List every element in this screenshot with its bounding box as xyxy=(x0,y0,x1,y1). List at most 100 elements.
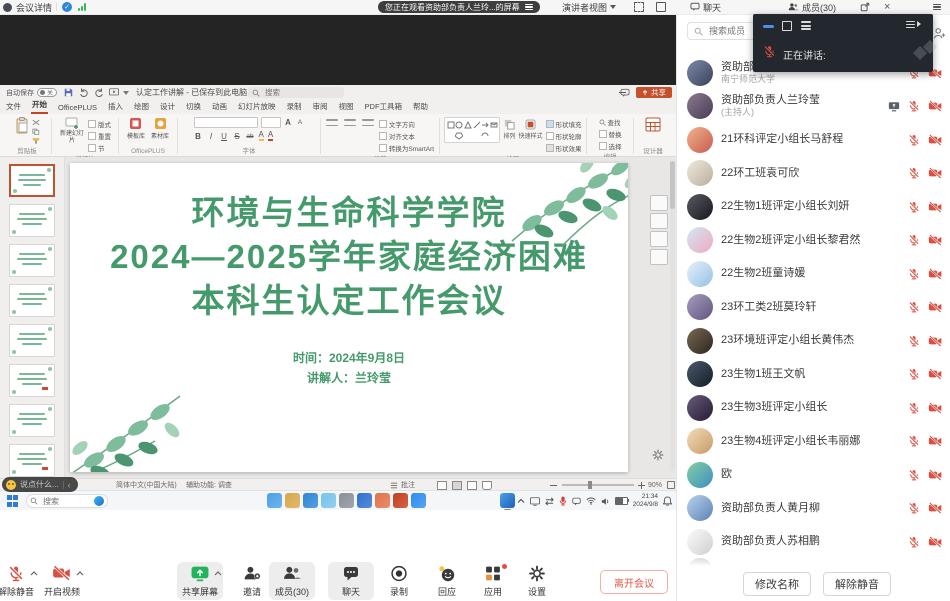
toolbar-chat[interactable]: 聊天 xyxy=(328,562,374,600)
cast-icon[interactable] xyxy=(530,497,540,506)
font-color-button[interactable]: A xyxy=(268,131,273,141)
add-member-icon[interactable] xyxy=(933,27,946,39)
battery-icon[interactable] xyxy=(615,497,628,505)
slide-thumbnail-2[interactable] xyxy=(9,204,55,237)
security-shield-icon[interactable]: ✓ xyxy=(62,0,72,14)
start-button[interactable] xyxy=(7,495,19,507)
text-direction-button[interactable]: 文字方向 xyxy=(379,119,434,129)
ribbon-tab-3[interactable]: OfficePLUS xyxy=(57,103,98,114)
camera-muted-icon[interactable] xyxy=(928,301,943,313)
mic-muted-icon[interactable] xyxy=(908,167,920,179)
font-size-select[interactable] xyxy=(261,117,281,128)
member-row[interactable]: 22环工班袁可欣 xyxy=(677,157,950,191)
camera-muted-icon[interactable] xyxy=(928,536,943,548)
ribbon-tab-13[interactable]: PDF工具箱 xyxy=(364,101,404,114)
rename-button[interactable]: 修改名称 xyxy=(743,572,811,596)
member-row[interactable]: 欧 xyxy=(677,458,950,492)
current-slide[interactable]: 环境与生命科学学院 2024—2025学年家庭经济困难 本科生认定工作会议 时间… xyxy=(70,163,628,472)
camera-muted-icon[interactable] xyxy=(928,268,943,280)
mic-muted-icon[interactable] xyxy=(908,268,920,280)
redo-icon[interactable] xyxy=(94,85,104,100)
meeting-app-icon[interactable] xyxy=(411,493,426,508)
toolbar-share-screen[interactable]: 共享屏幕 xyxy=(177,562,223,600)
grow-font-button[interactable]: A xyxy=(284,118,293,127)
weather-app-icon[interactable] xyxy=(267,493,282,508)
sidebar-tool-icon[interactable] xyxy=(650,213,668,229)
smartart-button[interactable]: 转换为SmartArt xyxy=(379,143,434,153)
list-view-icon[interactable] xyxy=(801,21,811,32)
mic-muted-icon[interactable] xyxy=(908,100,920,112)
member-row[interactable]: 23环境班评定小组长黄伟杰 xyxy=(677,324,950,358)
member-row[interactable]: 21环科评定小组长马舒程 xyxy=(677,123,950,157)
popout-panel-icon[interactable] xyxy=(860,0,870,14)
ribbon-tab-1[interactable]: 文件 xyxy=(5,101,22,114)
reset-button[interactable]: 重置 xyxy=(88,131,111,141)
mic-muted-icon[interactable] xyxy=(908,335,920,347)
mic-muted-icon[interactable] xyxy=(908,469,920,481)
toolbar-reaction[interactable]: 回应 xyxy=(424,562,470,600)
tab-chat[interactable]: 聊天 xyxy=(690,0,721,14)
maximize-icon[interactable] xyxy=(782,21,792,31)
member-row[interactable]: 23生物3班评定小组长 xyxy=(677,391,950,425)
arrange-button[interactable]: 排列 xyxy=(503,117,515,140)
slide-thumbnail-4[interactable] xyxy=(9,284,55,317)
ribbon-tab-12[interactable]: 视图 xyxy=(338,101,355,114)
replace-button[interactable]: 替换 xyxy=(599,129,622,139)
speaker-indicator-window[interactable]: 正在讲话: xyxy=(753,14,933,72)
powerpoint-icon[interactable] xyxy=(393,493,408,508)
camera-muted-icon[interactable] xyxy=(928,502,943,514)
section-button[interactable]: 节 xyxy=(88,143,111,153)
mic-muted-icon[interactable] xyxy=(908,201,920,213)
camera-muted-icon[interactable] xyxy=(928,368,943,380)
ppt-search-input[interactable] xyxy=(263,87,337,98)
slide-thumbnail-1[interactable] xyxy=(9,164,55,197)
bold-button[interactable]: B xyxy=(194,132,203,141)
toolbar-members[interactable]: 成员(30) xyxy=(269,562,315,600)
onedrive-icon[interactable] xyxy=(357,493,372,508)
member-row[interactable]: 资助部负责人兰玲莹 (主持人) xyxy=(677,90,950,124)
autosave-toggle[interactable]: 自动保存 关 xyxy=(6,85,57,100)
mic-muted-icon[interactable] xyxy=(908,536,920,548)
taskbar-search-input[interactable] xyxy=(41,496,91,507)
slide-thumbnail-7[interactable] xyxy=(9,404,55,437)
sidebar-tool-icon[interactable] xyxy=(650,231,668,247)
new-slide-button[interactable]: 新建幻灯片 xyxy=(59,117,85,144)
quick-chat-bar[interactable]: 说点什么... ‹ xyxy=(2,477,78,492)
italic-button[interactable]: I xyxy=(207,132,216,141)
camera-muted-icon[interactable] xyxy=(928,402,943,414)
collapse-panel-icon[interactable] xyxy=(906,21,921,28)
ribbon-tab-9[interactable]: 幻灯片放映 xyxy=(237,101,277,114)
paragraph-buttons[interactable] xyxy=(326,117,376,126)
undo-icon[interactable] xyxy=(79,85,89,100)
store-icon[interactable] xyxy=(321,493,336,508)
clear-format-button[interactable]: ab xyxy=(246,133,255,140)
gear-icon[interactable] xyxy=(652,449,664,461)
shape-gallery[interactable] xyxy=(444,117,500,143)
camera-muted-icon[interactable] xyxy=(928,435,943,447)
camera-muted-icon[interactable] xyxy=(928,201,943,213)
ribbon-tab-8[interactable]: 动画 xyxy=(211,101,228,114)
mic-muted-icon[interactable] xyxy=(908,502,920,514)
qat-more-icon[interactable] xyxy=(123,85,129,100)
mic-muted-icon[interactable] xyxy=(908,368,920,380)
chevron-up-icon[interactable] xyxy=(214,571,222,576)
window-layout-icon[interactable] xyxy=(656,0,666,14)
camera-muted-icon[interactable] xyxy=(928,469,943,481)
highlight-color-button[interactable]: A xyxy=(259,131,264,141)
taskbar-clock[interactable]: 21:34 2024/9/8 xyxy=(633,493,658,509)
layout-button[interactable]: 版式 xyxy=(88,119,111,129)
mic-muted-icon[interactable] xyxy=(908,402,920,414)
shape-effects-button[interactable]: 形状效果 xyxy=(546,143,582,153)
slideshow-icon[interactable] xyxy=(109,85,119,100)
mic-muted-icon[interactable] xyxy=(908,435,920,447)
ppt-search-box[interactable] xyxy=(248,87,344,98)
select-button[interactable]: 选择 xyxy=(599,141,622,151)
leave-meeting-button[interactable]: 离开会议 xyxy=(600,570,668,594)
underline-button[interactable]: U xyxy=(220,132,229,141)
member-row[interactable]: 资助部负责人黄月柳 xyxy=(677,492,950,526)
shape-fill-button[interactable]: 形状填充 xyxy=(546,119,582,129)
template-library-button[interactable]: 模板库 xyxy=(127,117,145,140)
mic-muted-icon[interactable] xyxy=(908,234,920,246)
running-app-icon[interactable] xyxy=(500,493,515,508)
cut-icon[interactable] xyxy=(32,119,40,126)
